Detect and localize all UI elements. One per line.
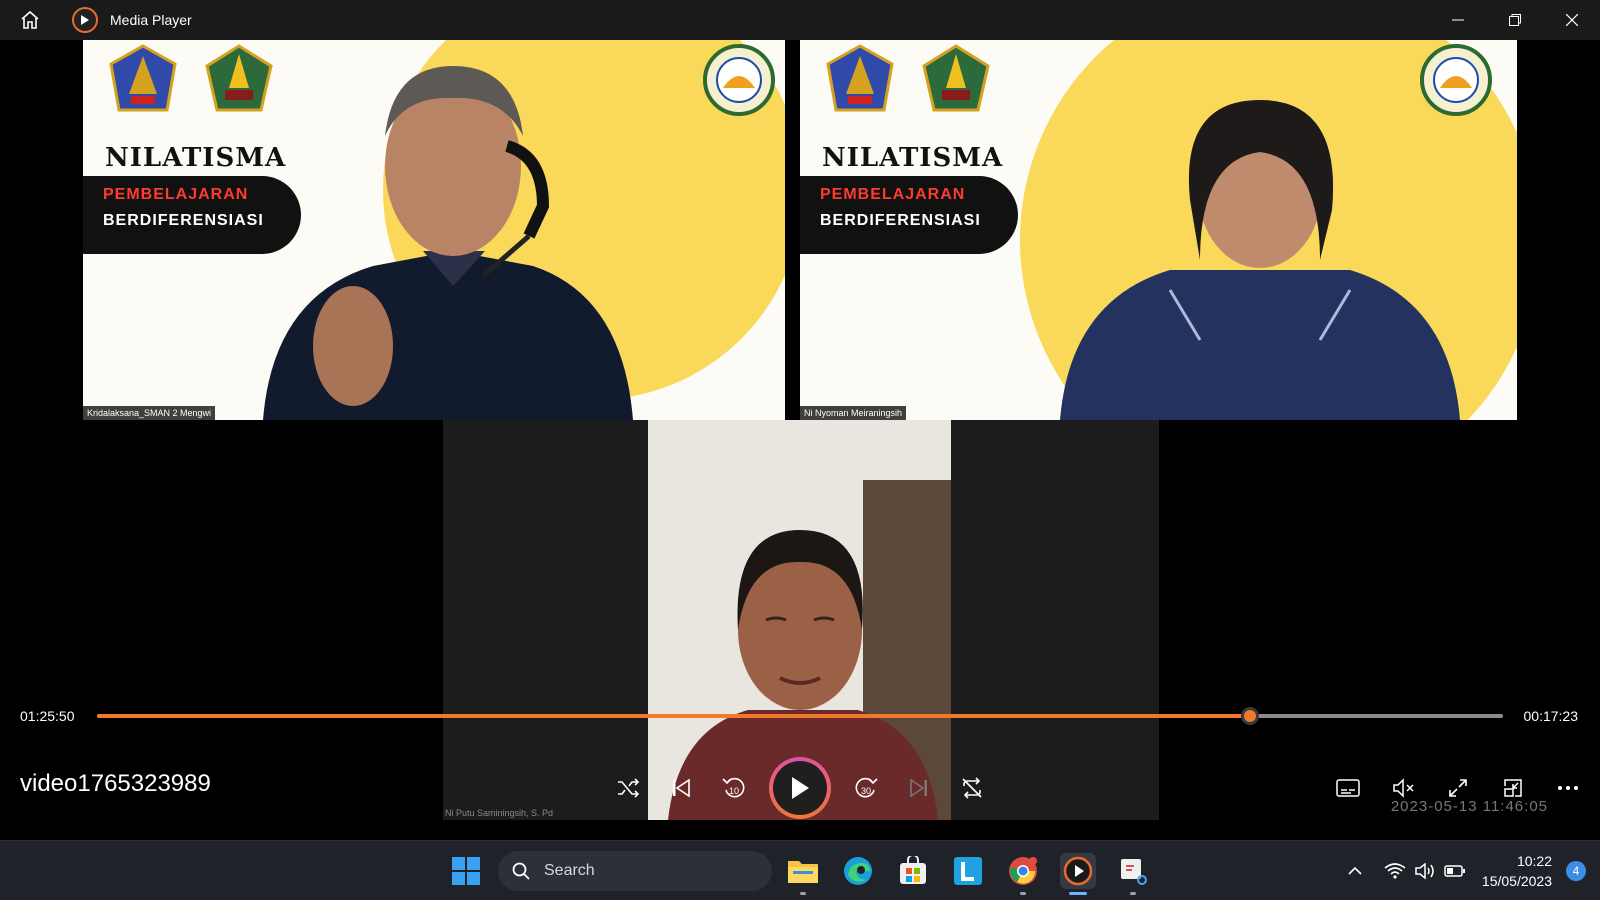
- more-button[interactable]: [1550, 770, 1586, 806]
- taskbar-search-box[interactable]: Search: [498, 851, 772, 891]
- more-icon: [1558, 786, 1578, 790]
- participant-video-1: [263, 66, 633, 420]
- school-seal-logo: [703, 44, 775, 116]
- file-explorer-icon: [788, 861, 818, 883]
- battery-button[interactable]: [1440, 856, 1470, 886]
- next-icon: [910, 778, 927, 798]
- wifi-button[interactable]: [1380, 856, 1410, 886]
- close-button[interactable]: [1543, 0, 1600, 40]
- theme-pill: PEMBELAJARAN BERDIFERENSIASI: [800, 176, 1018, 254]
- taskbar-chrome[interactable]: [1005, 853, 1041, 895]
- taskbar-store[interactable]: [895, 853, 931, 889]
- notification-badge[interactable]: 4: [1566, 861, 1586, 881]
- seek-bar-progress: [97, 714, 1250, 718]
- home-icon: [21, 10, 39, 29]
- shuffle-icon: [618, 778, 640, 798]
- fullscreen-icon: [1449, 779, 1467, 797]
- snipping-tool-icon: [1121, 859, 1147, 885]
- media-player-icon: [72, 7, 98, 33]
- volume-icon: [1415, 862, 1434, 880]
- seek-bar-row: 01:25:50 00:17:23: [0, 696, 1600, 736]
- mute-icon: [1393, 778, 1414, 798]
- taskbar-edge[interactable]: [840, 853, 876, 889]
- participant-video-2: [1060, 100, 1460, 420]
- clock-time: 10:22: [1516, 853, 1552, 869]
- forward-30-icon: 30: [855, 777, 878, 798]
- close-icon: [1565, 14, 1578, 26]
- next-button[interactable]: [901, 770, 937, 806]
- search-icon: [512, 862, 530, 880]
- media-title: video1765323989: [20, 770, 211, 797]
- participant-name-2: Ni Nyoman Meiraningsih: [800, 406, 907, 420]
- repeat-off-icon: [962, 777, 982, 799]
- taskbar-l-app[interactable]: [950, 853, 986, 889]
- title-bar: Media Player: [0, 0, 1600, 40]
- battery-icon: [1444, 865, 1465, 877]
- video-timestamp-overlay: 2023-05-13 11:46:05: [1390, 798, 1548, 815]
- brand-title: NILATISMA: [822, 143, 1004, 173]
- regency-crest-logo: [920, 44, 992, 116]
- previous-button[interactable]: [663, 770, 699, 806]
- theme-line-1: PEMBELAJARAN: [820, 186, 966, 203]
- taskbar-snipping-tool[interactable]: [1115, 853, 1151, 895]
- rewind-10-icon: 10: [722, 777, 745, 798]
- system-tray: 10:22 15/05/2023 4: [1340, 841, 1600, 900]
- store-icon: [900, 856, 926, 884]
- wifi-icon: [1384, 863, 1406, 879]
- clock-date: 15/05/2023: [1481, 873, 1552, 889]
- taskbar-media-player[interactable]: [1060, 853, 1096, 895]
- restore-button[interactable]: [1486, 0, 1543, 40]
- home-button[interactable]: [8, 0, 52, 40]
- play-button[interactable]: [769, 757, 831, 819]
- volume-button[interactable]: [1410, 856, 1440, 886]
- bali-crest-logo: [107, 44, 179, 116]
- subtitles-icon: [1336, 779, 1360, 797]
- seek-thumb[interactable]: [1240, 707, 1259, 725]
- l-app-icon: [954, 857, 982, 885]
- media-player-icon: [1063, 856, 1093, 886]
- subtitles-button[interactable]: [1330, 770, 1366, 806]
- play-icon: [792, 777, 809, 799]
- transport-controls: 10 30: [610, 756, 990, 820]
- forward-30-button[interactable]: 30: [848, 770, 884, 806]
- minimize-button[interactable]: [1429, 0, 1486, 40]
- svg-text:30: 30: [861, 786, 871, 796]
- taskbar-file-explorer[interactable]: [785, 853, 821, 895]
- start-button[interactable]: [451, 856, 481, 886]
- theme-line-2: BERDIFERENSIASI: [820, 212, 981, 229]
- previous-icon: [673, 778, 690, 798]
- mini-player-icon: [1504, 779, 1522, 797]
- chrome-icon: [1009, 857, 1037, 885]
- edge-icon: [844, 857, 872, 885]
- taskbar: Search 10:22 15/05/2023 4: [0, 840, 1600, 900]
- restore-icon: [1508, 14, 1521, 26]
- participant-tile-2: NILATISMA PEMBELAJARAN BERDIFERENSIASI N…: [800, 40, 1517, 420]
- remaining-time: 00:17:23: [1523, 708, 1579, 724]
- participant-name-3: Ni Putu Saminingsih, S. Pd: [445, 808, 554, 818]
- chevron-up-icon: [1348, 866, 1362, 875]
- tray-overflow-button[interactable]: [1340, 856, 1370, 886]
- participant-tile-1: NILATISMA PEMBELAJARAN BERDIFERENSIASI K…: [83, 40, 785, 420]
- search-placeholder: Search: [544, 862, 595, 879]
- bali-crest-logo: [824, 44, 896, 116]
- clock[interactable]: 10:22 15/05/2023: [1482, 851, 1552, 891]
- seek-bar[interactable]: [97, 707, 1503, 725]
- svg-text:10: 10: [729, 786, 739, 796]
- participant-name-1: Kridalaksana_SMAN 2 Mengwi: [83, 406, 216, 420]
- shuffle-button[interactable]: [610, 770, 646, 806]
- repeat-button[interactable]: [954, 770, 990, 806]
- rewind-10-button[interactable]: 10: [716, 770, 752, 806]
- elapsed-time: 01:25:50: [20, 708, 75, 724]
- windows-start-icon: [452, 857, 480, 885]
- minimize-icon: [1451, 19, 1464, 21]
- window-title: Media Player: [110, 12, 192, 28]
